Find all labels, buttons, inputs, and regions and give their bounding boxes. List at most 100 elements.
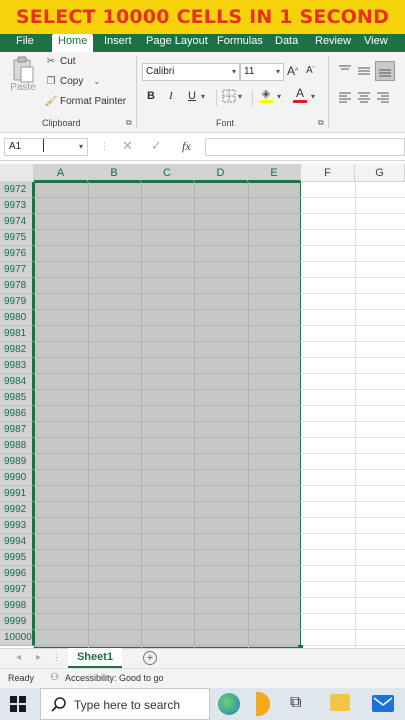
borders-button[interactable]: ▾ — [222, 89, 242, 103]
chevron-down-icon[interactable]: ▾ — [201, 92, 205, 101]
tab-view[interactable]: View — [364, 34, 388, 52]
row-header[interactable]: 9994 — [0, 534, 34, 550]
row-header[interactable]: 9996 — [0, 566, 34, 582]
clipboard-launcher-icon[interactable]: ⧉ — [126, 118, 132, 128]
shrink-font-button[interactable]: Aˇ — [306, 65, 315, 76]
enter-check-icon[interactable]: ✓ — [151, 138, 162, 154]
row-header[interactable]: 9997 — [0, 582, 34, 598]
column-header-a[interactable]: A — [34, 164, 88, 182]
chevron-down-icon[interactable]: ▾ — [79, 139, 83, 155]
more-icon: ⋮ — [52, 652, 61, 662]
tab-formulas[interactable]: Formulas — [217, 34, 263, 52]
font-size-box[interactable]: 11 ▾ — [240, 63, 284, 81]
row-header[interactable]: 9993 — [0, 518, 34, 534]
cancel-icon[interactable]: ✕ — [122, 138, 133, 154]
column-header-e[interactable]: E — [248, 164, 301, 182]
align-middle-button[interactable] — [357, 64, 371, 76]
align-right-button[interactable] — [376, 91, 390, 103]
row-header[interactable]: 9992 — [0, 502, 34, 518]
cut-label: Cut — [60, 56, 76, 67]
row-header[interactable]: 9975 — [0, 230, 34, 246]
paint-bucket-icon: ◈ — [261, 88, 271, 100]
widget-globe-icon[interactable] — [218, 693, 240, 715]
row-header[interactable]: 10000 — [0, 630, 34, 646]
row-header[interactable]: 9978 — [0, 278, 34, 294]
prev-sheet-icon[interactable]: ◂ — [16, 652, 21, 663]
row-header[interactable]: 9987 — [0, 422, 34, 438]
row-header[interactable]: 9980 — [0, 310, 34, 326]
column-header-f[interactable]: F — [301, 164, 355, 182]
task-view-icon[interactable]: ⧉ — [290, 694, 301, 712]
row-header[interactable]: 9982 — [0, 342, 34, 358]
grow-font-button[interactable]: A ^ — [287, 64, 298, 78]
widget-weather-icon[interactable] — [256, 692, 270, 716]
format-painter-button[interactable]: 🖌 Format Painter — [44, 96, 127, 107]
next-sheet-icon[interactable]: ▸ — [36, 652, 41, 663]
chevron-down-icon[interactable]: ▾ — [276, 64, 280, 80]
column-header-c[interactable]: C — [141, 164, 194, 182]
row-header[interactable]: 9977 — [0, 262, 34, 278]
chevron-down-icon[interactable]: ⌄ — [93, 77, 100, 86]
tab-data[interactable]: Data — [275, 34, 298, 52]
row-header[interactable]: 9986 — [0, 406, 34, 422]
chevron-down-icon[interactable]: ▾ — [277, 92, 281, 101]
row-header[interactable]: 9988 — [0, 438, 34, 454]
underline-button[interactable]: U — [188, 90, 196, 102]
row-header[interactable]: 9974 — [0, 214, 34, 230]
tab-page-layout[interactable]: Page Layout — [146, 34, 208, 52]
row-header[interactable]: 9985 — [0, 390, 34, 406]
cut-button[interactable]: ✂ Cut — [44, 56, 76, 67]
windows-start-icon[interactable] — [10, 696, 26, 715]
sheet-tabs-bar: ◂ ▸ ⋮ Sheet1 + — [0, 648, 405, 669]
chevron-down-icon[interactable]: ▾ — [238, 92, 242, 101]
insert-function-button[interactable]: fx — [182, 139, 191, 154]
mail-icon[interactable] — [372, 695, 394, 712]
row-header[interactable]: 9983 — [0, 358, 34, 374]
accessibility-status[interactable]: Accessibility: Good to go — [65, 673, 164, 683]
italic-button[interactable]: I — [169, 90, 173, 102]
column-header-b[interactable]: B — [88, 164, 141, 182]
align-left-button[interactable] — [338, 91, 352, 103]
bold-button[interactable]: B — [147, 90, 155, 102]
align-bottom-button[interactable] — [375, 61, 395, 81]
formula-input[interactable] — [205, 138, 405, 156]
chevron-down-icon[interactable]: ▾ — [311, 92, 315, 101]
font-launcher-icon[interactable]: ⧉ — [318, 118, 324, 128]
align-top-button[interactable] — [338, 64, 352, 76]
tab-insert[interactable]: Insert — [104, 34, 132, 52]
copy-button[interactable]: ❐ Copy ⌄ — [44, 76, 101, 87]
tab-review[interactable]: Review — [315, 34, 351, 52]
worksheet-grid[interactable]: ABCDEFG 9972 9973 9974 9975 9976 9977 9978 9979… — [0, 164, 405, 648]
row-header[interactable]: 9999 — [0, 614, 34, 630]
row-header[interactable]: 9990 — [0, 470, 34, 486]
file-explorer-icon[interactable] — [330, 694, 350, 711]
tab-home[interactable]: Home — [52, 34, 94, 52]
paste-button[interactable]: Paste — [8, 56, 38, 93]
row-header[interactable]: 9972 — [0, 182, 34, 198]
name-box[interactable]: A1 ▾ — [4, 138, 88, 156]
row-header[interactable]: 9979 — [0, 294, 34, 310]
sheet-tab-sheet1[interactable]: Sheet1 — [68, 648, 122, 668]
tab-file[interactable]: File — [16, 34, 34, 52]
chevron-down-icon[interactable]: ▾ — [232, 64, 236, 80]
selected-range[interactable] — [34, 182, 301, 648]
row-header[interactable]: 9976 — [0, 246, 34, 262]
row-header[interactable]: 9984 — [0, 374, 34, 390]
align-right-icon — [377, 92, 389, 103]
row-header[interactable]: 9981 — [0, 326, 34, 342]
gridline — [34, 357, 301, 358]
row-header[interactable]: 9991 — [0, 486, 34, 502]
row-header[interactable]: 9989 — [0, 454, 34, 470]
row-header[interactable]: 9973 — [0, 198, 34, 214]
align-center-button[interactable] — [357, 91, 371, 103]
select-all-corner[interactable] — [0, 164, 34, 182]
add-sheet-icon[interactable]: + — [143, 651, 157, 665]
fill-color-button[interactable]: ◈ — [259, 87, 273, 103]
row-header[interactable]: 9995 — [0, 550, 34, 566]
taskbar-search-box[interactable]: Type here to search — [40, 688, 210, 720]
font-color-button[interactable]: A — [293, 86, 307, 103]
font-name-box[interactable]: Calibri ▾ — [142, 63, 240, 81]
row-header[interactable]: 9998 — [0, 598, 34, 614]
column-header-g[interactable]: G — [355, 164, 405, 182]
column-header-d[interactable]: D — [194, 164, 248, 182]
